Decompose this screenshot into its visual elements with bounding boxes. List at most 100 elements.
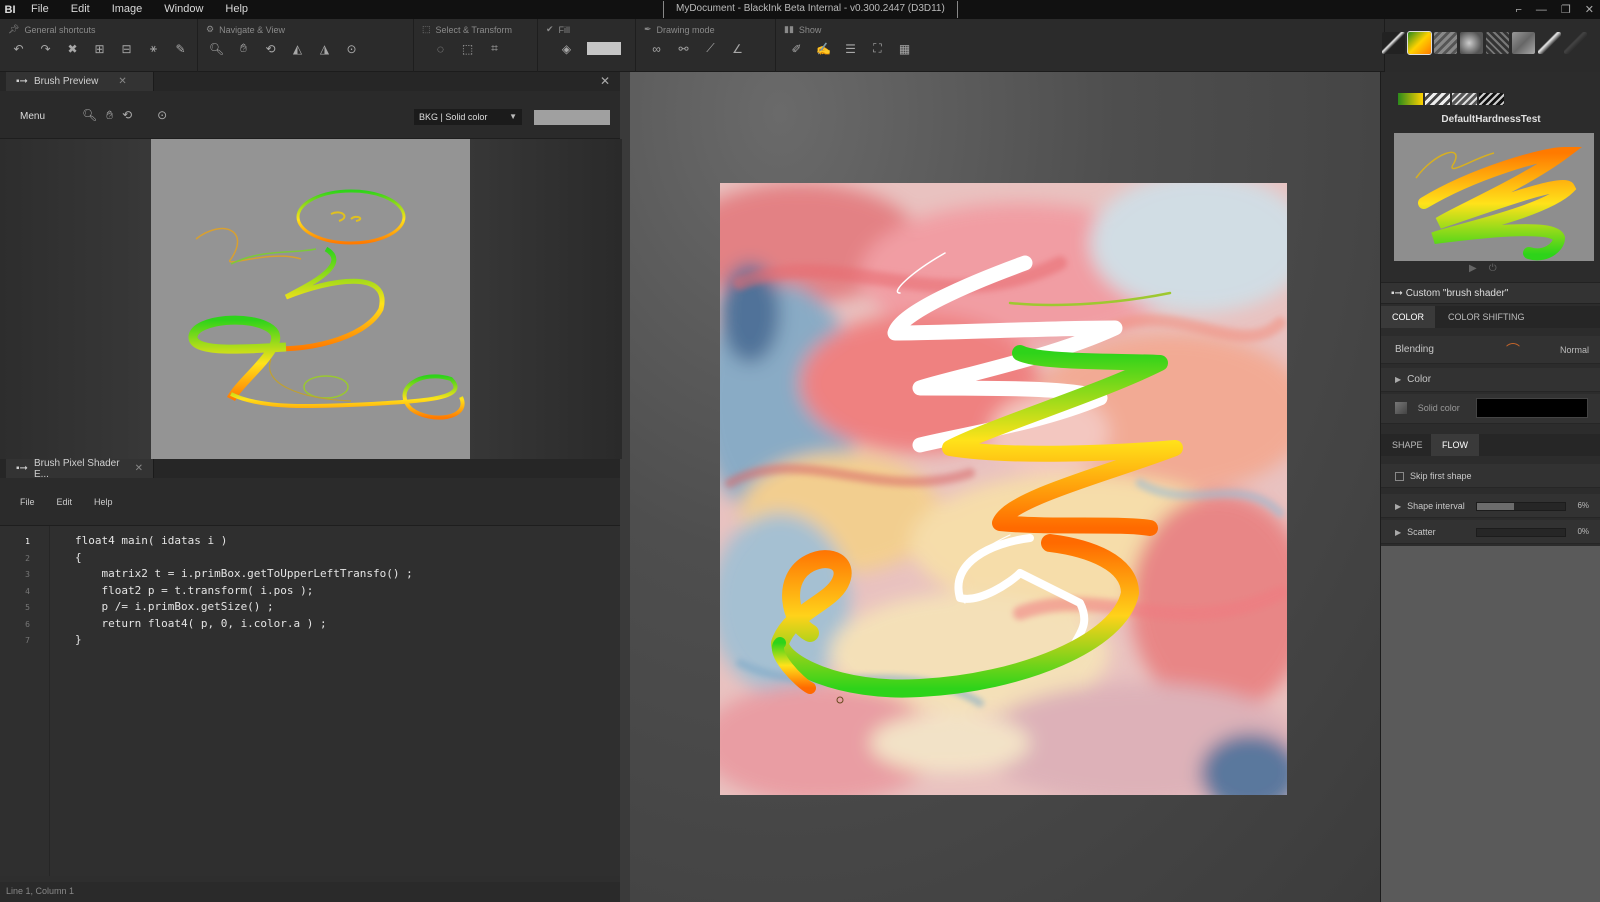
play-icon[interactable]: ▶ <box>1469 263 1477 274</box>
eraser-icon[interactable]: ✎ <box>170 39 191 58</box>
background-select[interactable]: BKG | Solid color ▼ <box>414 109 522 125</box>
redo-icon[interactable]: ↷ <box>35 39 56 58</box>
menu-file[interactable]: File <box>20 0 60 19</box>
insert-frame-after-icon[interactable]: ⊟ <box>116 39 137 58</box>
scatter-slider[interactable] <box>1476 528 1566 537</box>
tab-color[interactable]: COLOR <box>1381 306 1436 328</box>
custom-shader-header[interactable]: ▪➞ Custom "brush shader" <box>1381 282 1600 304</box>
pan-hand-icon[interactable]: ✋︎ <box>106 108 113 123</box>
shader-menu-help[interactable]: Help <box>94 497 113 507</box>
brush-variant-thumb[interactable] <box>1452 93 1477 105</box>
rotate-hand-icon[interactable]: ⟲ <box>260 39 281 58</box>
main-canvas-view[interactable] <box>630 72 1380 902</box>
power-icon[interactable]: ⏻ <box>1489 263 1497 274</box>
show-frame-icon[interactable]: ⛶ <box>867 39 888 58</box>
zoom-icon[interactable]: 🔍︎ <box>82 108 97 123</box>
preview-viewport[interactable] <box>0 139 622 459</box>
paint-bucket-icon[interactable]: ◈ <box>556 39 577 58</box>
insert-frame-icon[interactable]: ⊞ <box>89 39 110 58</box>
rotate-hand-icon[interactable]: ⟲ <box>122 108 132 123</box>
show-brush-icon[interactable]: ✐ <box>786 39 807 58</box>
pan-hand-icon[interactable]: ✋︎ <box>233 39 254 58</box>
skip-first-shape-checkbox[interactable] <box>1395 471 1404 481</box>
menu-help[interactable]: Help <box>214 0 259 19</box>
show-icon: ▮▮ <box>784 24 794 34</box>
line-number-gutter: 1 2 3 4 5 6 7 <box>0 526 50 876</box>
tab-close-icon[interactable]: ✕ <box>135 463 143 474</box>
draw-mode-angle-icon[interactable]: ∠ <box>727 39 748 58</box>
skip-first-shape-label: Skip first shape <box>1410 471 1472 481</box>
tab-flow[interactable]: FLOW <box>1431 434 1479 456</box>
code-editor[interactable]: 1 2 3 4 5 6 7 float4 main( idatas i ) { … <box>0 526 620 876</box>
chevron-right-icon[interactable]: ▶ <box>1395 502 1401 511</box>
panel-grip-icon: ▪➞ <box>16 463 28 474</box>
document-canvas[interactable] <box>720 183 1287 795</box>
brush-thumb-rough[interactable] <box>1512 32 1535 54</box>
shape-interval-row: ▶ Shape interval 6% <box>1381 494 1600 518</box>
shape-interval-slider[interactable] <box>1476 502 1566 511</box>
lasso-select-icon[interactable]: ◌ <box>430 39 451 58</box>
fit-view-icon[interactable]: ⊙ <box>341 39 362 58</box>
menu-image[interactable]: Image <box>101 0 154 19</box>
shader-menu-edit[interactable]: Edit <box>57 497 73 507</box>
delete-icon[interactable]: ✖ <box>62 39 83 58</box>
draw-mode-chain-icon[interactable]: ⚯ <box>673 39 694 58</box>
brush-thumb-empty[interactable] <box>1564 32 1587 54</box>
gear-icon: ⚙ <box>206 24 215 34</box>
flip-vertical-icon[interactable]: ◮ <box>314 39 335 58</box>
tab-shape[interactable]: SHAPE <box>1381 434 1434 456</box>
color-sampler-icon[interactable] <box>1395 402 1407 415</box>
close-icon[interactable]: ✕ <box>1585 3 1594 16</box>
chevron-down-icon: ▼ <box>509 112 517 121</box>
fit-view-icon[interactable]: ⊙ <box>157 108 167 123</box>
brush-thumb-soft[interactable] <box>1460 32 1483 54</box>
brush-thumb-pen[interactable] <box>1382 32 1405 54</box>
show-grid-icon[interactable]: ▦ <box>894 39 915 58</box>
show-layers-icon[interactable]: ☰ <box>840 39 861 58</box>
blending-label: Blending <box>1395 344 1434 355</box>
tab-pixel-shader[interactable]: ▪➞ Brush Pixel Shader E... ✕ <box>6 458 154 480</box>
brush-variant-thumb[interactable] <box>1479 93 1504 105</box>
chevron-right-icon[interactable]: ▶ <box>1395 528 1401 537</box>
brush-thumb-hatch[interactable] <box>1434 32 1457 54</box>
brush-thumb-active[interactable] <box>1407 31 1432 55</box>
panel-grip-icon: ▪➞ <box>1391 288 1406 299</box>
preview-canvas[interactable] <box>151 139 470 459</box>
painting-artwork <box>720 183 1287 795</box>
draw-mode-link-icon[interactable]: ∞ <box>646 39 667 58</box>
minimize-icon[interactable]: — <box>1536 4 1547 16</box>
main-toolbar: 📌︎ General shortcuts ↶ ↷ ✖ ⊞ ⊟ ⚹ ✎ ⚙ Navig… <box>0 19 1384 72</box>
flip-horizontal-icon[interactable]: ◭ <box>287 39 308 58</box>
solid-color-swatch[interactable] <box>1476 398 1588 418</box>
zoom-icon[interactable]: 🔍︎ <box>206 39 227 58</box>
restore-icon[interactable]: ❐ <box>1561 3 1571 16</box>
brush-variant-thumb[interactable] <box>1398 93 1423 105</box>
brush-thumb-texture[interactable] <box>1486 32 1509 54</box>
crop-icon[interactable]: ⌗ <box>484 39 505 58</box>
skip-first-shape-row[interactable]: Skip first shape <box>1381 464 1600 488</box>
split-icon[interactable]: ⚹ <box>143 39 164 58</box>
shader-menu-file[interactable]: File <box>20 497 35 507</box>
group-title: Show <box>798 24 822 35</box>
background-color-swatch[interactable] <box>534 110 610 125</box>
tab-close-icon[interactable]: ✕ <box>118 76 126 87</box>
menu-window[interactable]: Window <box>153 0 214 19</box>
tab-strip: ▪➞ Brush Pixel Shader E... ✕ <box>0 458 620 480</box>
panel-close-icon[interactable]: ✕ <box>600 74 610 88</box>
rect-select-icon[interactable]: ⬚ <box>457 39 478 58</box>
fill-color-swatch[interactable] <box>587 42 621 55</box>
show-strokes-icon[interactable]: ✍ <box>813 39 834 58</box>
dock-icon[interactable]: ⌐ <box>1515 4 1521 16</box>
tab-brush-preview[interactable]: ▪➞ Brush Preview ✕ <box>6 72 154 91</box>
tab-color-shifting[interactable]: COLOR SHIFTING <box>1437 306 1536 328</box>
color-section-row[interactable]: ▶ Color <box>1381 368 1600 392</box>
preview-menu-button[interactable]: Menu <box>20 111 45 122</box>
scatter-value: 0% <box>1577 527 1589 536</box>
blending-row[interactable]: Blending ⌒ Normal <box>1381 336 1600 364</box>
brush-variant-thumb[interactable] <box>1425 93 1450 105</box>
menu-edit[interactable]: Edit <box>60 0 101 19</box>
brush-thumb-eraser[interactable] <box>1538 32 1561 54</box>
undo-icon[interactable]: ↶ <box>8 39 29 58</box>
chevron-right-icon: ▶ <box>1395 375 1402 384</box>
draw-mode-line-icon[interactable]: ⟋ <box>700 39 721 58</box>
